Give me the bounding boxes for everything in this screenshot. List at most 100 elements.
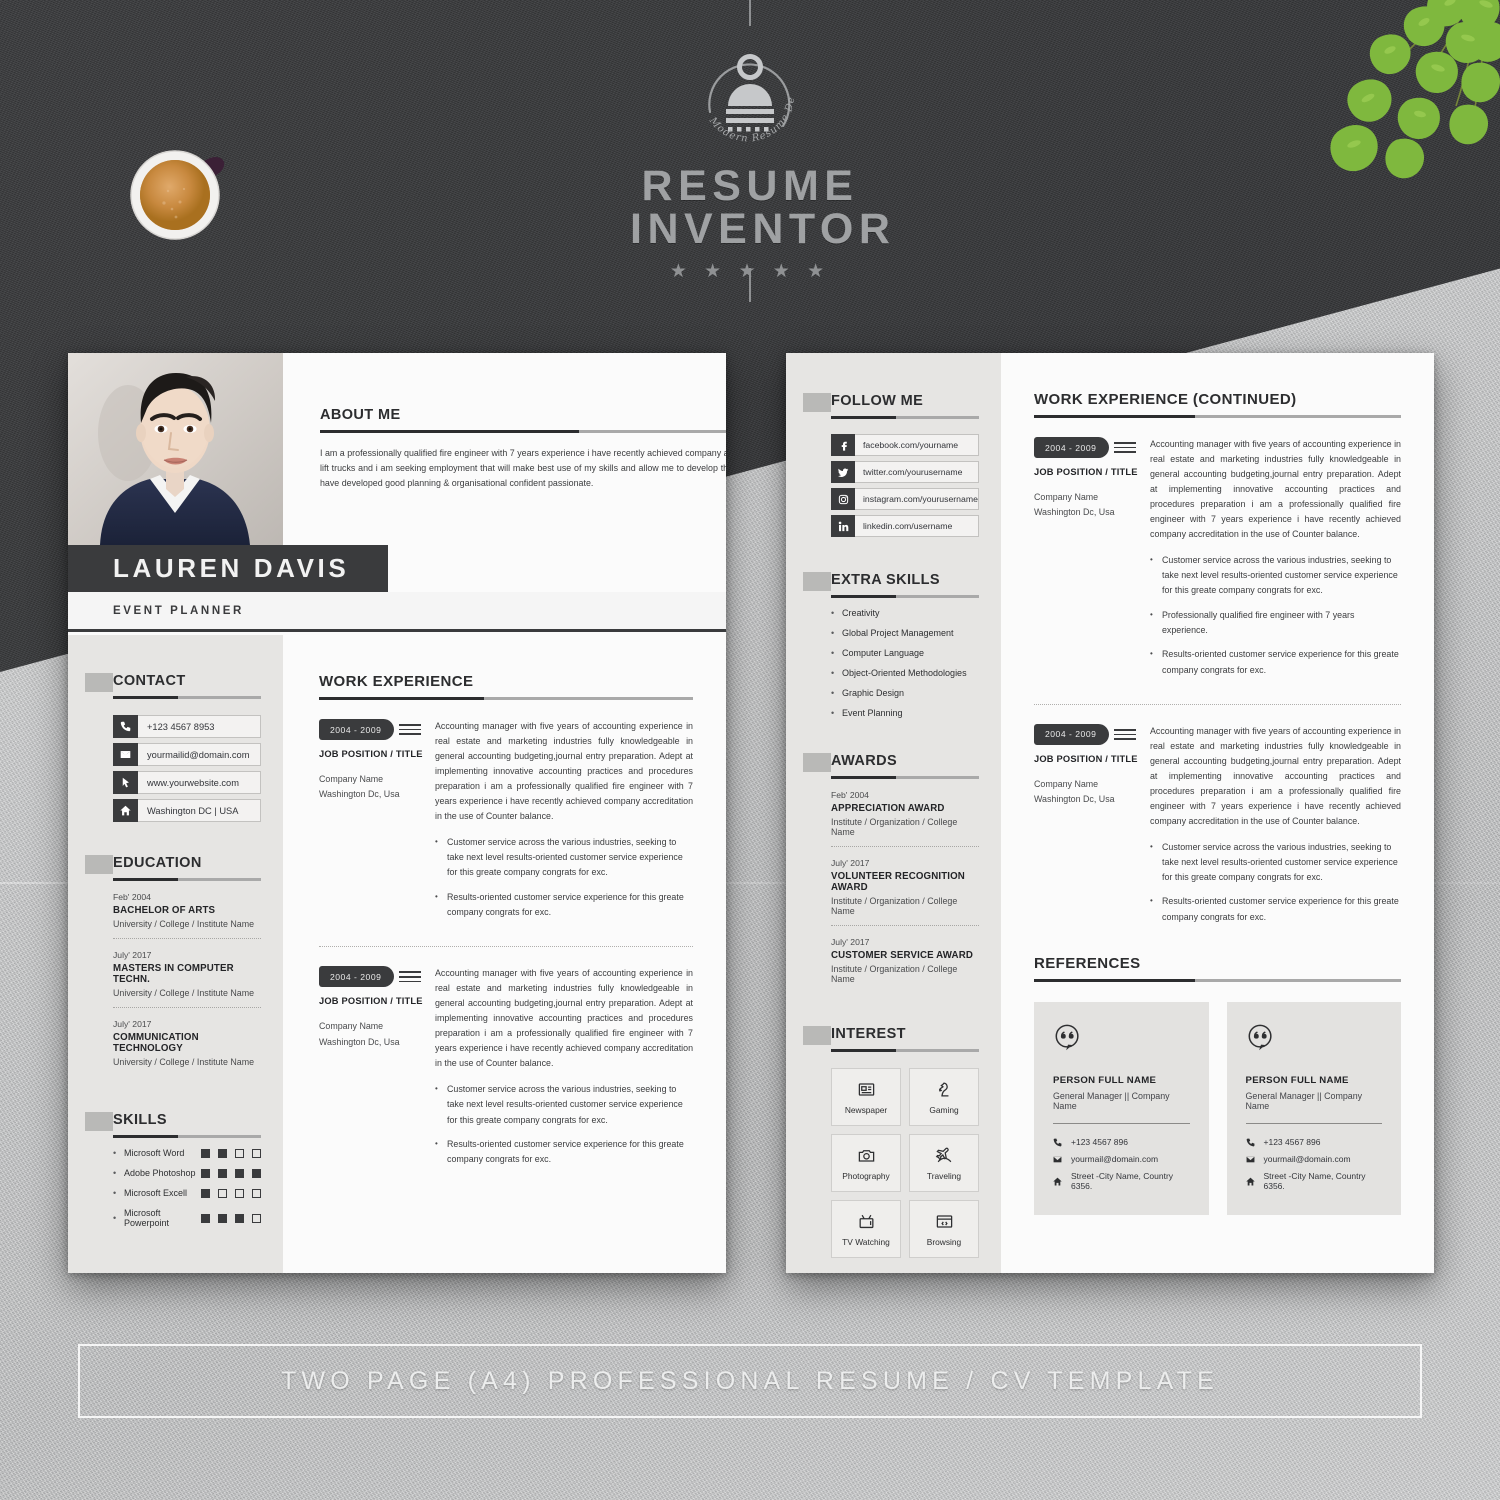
home-icon: [1245, 1177, 1255, 1186]
social-value-facebook: facebook.com/yourname: [855, 434, 979, 456]
work-period-badge: 2004 - 2009: [1034, 723, 1144, 745]
bullet-icon: •: [1150, 841, 1153, 851]
work-bullet-text: Customer service across the various indu…: [447, 836, 683, 878]
social-row-linkedin[interactable]: linkedin.com/username: [831, 515, 979, 537]
contact-row-website[interactable]: www.yourwebsite.com: [113, 771, 261, 794]
contact-heading: CONTACT: [113, 673, 186, 689]
phone-icon: [113, 715, 138, 738]
envelope-icon: [113, 743, 138, 766]
skills-heading: SKILLS: [113, 1112, 167, 1128]
interest-grid: Newspaper Gaming Photography Traveling T…: [831, 1068, 979, 1258]
interest-section: INTEREST Newspaper Gaming Photography Tr…: [803, 1026, 979, 1258]
resume-page-1[interactable]: ABOUT ME I am a professionally qualified…: [68, 353, 726, 1273]
references-section: REFERENCES PERSON FULL NAME General Mana…: [1034, 955, 1401, 1216]
bullet-icon: •: [831, 608, 835, 618]
reference-divider: [1053, 1123, 1190, 1125]
contact-row-phone[interactable]: +123 4567 8953: [113, 715, 261, 738]
footer-caption-banner: TWO PAGE (A4) PROFESSIONAL RESUME / CV T…: [78, 1344, 1422, 1418]
work-bullet-item: • Customer service across the various in…: [1150, 840, 1401, 886]
work-bullet-text: Results-oriented customer service experi…: [447, 1138, 684, 1165]
resume-page-2[interactable]: FOLLOW ME facebook.com/yourname twitter.…: [786, 353, 1434, 1273]
education-date: Feb' 2004: [113, 892, 151, 902]
camera-icon: [858, 1149, 874, 1162]
skill-row: • Microsoft Excell: [113, 1188, 261, 1198]
skill-bullet-icon: •: [113, 1213, 117, 1223]
award-org: Institute / Organization / College Name: [831, 896, 958, 916]
work-bullet-item: • Results-oriented customer service expe…: [1150, 894, 1401, 925]
interest-card-newspaper[interactable]: Newspaper: [831, 1068, 901, 1126]
reference-address: Street -City Name, Country 6356.: [1071, 1171, 1174, 1192]
quote-icon: [1248, 1024, 1272, 1051]
skill-row: • Microsoft Word: [113, 1148, 261, 1158]
interest-card-tv-watching[interactable]: TV Watching: [831, 1200, 901, 1258]
home-icon: [113, 799, 138, 822]
skill-name: Microsoft Excell: [124, 1188, 188, 1198]
education-section: EDUCATION Feb' 2004 BACHELOR OF ARTS Uni…: [85, 855, 261, 1076]
coffee-cup-decoration: [130, 150, 225, 240]
follow-me-section: FOLLOW ME facebook.com/yourname twitter.…: [803, 393, 979, 537]
chess-knight-icon: [938, 1081, 948, 1096]
pothos-plant-decoration: [1330, 0, 1500, 179]
skill-level-meter: [201, 1168, 261, 1178]
reference-address-row: Street -City Name, Country 6356.: [1053, 1171, 1190, 1191]
contact-section: CONTACT +123 4567 8953 yourmailid@domain…: [85, 673, 261, 822]
extra-skill-label: Object-Oriented Methodologies: [842, 668, 967, 678]
bullet-icon: •: [831, 668, 835, 678]
bullet-icon: •: [435, 1083, 438, 1093]
extra-skills-section: EXTRA SKILLS • Creativity • Global Project…: [803, 572, 979, 718]
interest-heading: INTEREST: [831, 1026, 906, 1042]
bullet-icon: •: [831, 628, 835, 638]
work-location: Washington Dc, Usa: [319, 1036, 400, 1047]
contact-row-location[interactable]: Washington DC | USA: [113, 799, 261, 822]
candidate-name-banner: LAUREN DAVIS: [68, 545, 388, 592]
extra-skill-label: Event Planning: [842, 708, 903, 718]
reference-address: Street -City Name, Country 6356.: [1263, 1171, 1366, 1192]
interest-card-traveling[interactable]: Traveling: [909, 1134, 979, 1192]
candidate-name: LAUREN DAVIS: [113, 553, 350, 583]
reference-address-row: Street -City Name, Country 6356.: [1245, 1171, 1383, 1192]
work-period-badge: 2004 - 2009: [319, 719, 429, 740]
social-row-twitter[interactable]: twitter.com/yourusername: [831, 461, 979, 483]
references-heading: REFERENCES: [1034, 955, 1141, 973]
work-experience-continued-heading: WORK EXPERIENCE (CONTINUED): [1034, 391, 1297, 408]
reference-role: General Manager || Company Name: [1053, 1091, 1170, 1112]
interest-rule: [831, 1049, 979, 1052]
contact-row-email[interactable]: yourmailid@domain.com: [113, 743, 261, 766]
bullet-icon: •: [435, 891, 438, 901]
social-row-instagram[interactable]: instagram.com/yourusername: [831, 488, 979, 510]
television-icon: [859, 1214, 873, 1228]
contact-value-location: Washington DC | USA: [138, 799, 261, 822]
reference-email-row: yourmail@domain.com: [1053, 1154, 1190, 1164]
education-title: BACHELOR OF ARTS: [113, 905, 216, 916]
brand-logo-block: Modern Resume Design RESUME INVENTOR ★ ★…: [630, 26, 890, 283]
education-heading: EDUCATION: [113, 855, 202, 871]
bullet-icon: •: [435, 1138, 438, 1148]
interest-card-gaming[interactable]: Gaming: [909, 1068, 979, 1126]
extra-skill-label: Creativity: [842, 608, 880, 618]
linkedin-icon: [831, 515, 855, 537]
skill-bullet-icon: •: [113, 1168, 117, 1178]
home-icon: [1053, 1177, 1062, 1186]
work-job-title: JOB POSITION / TITLE: [1034, 467, 1138, 477]
work-bullet-item: • Customer service across the various in…: [435, 1082, 693, 1128]
work-bullet-item: • Customer service across the various in…: [435, 835, 693, 881]
work-entry-body: Accounting manager with five years of ac…: [1150, 724, 1401, 925]
reference-phone: +123 4567 896: [1263, 1137, 1321, 1148]
about-me-section: ABOUT ME I am a professionally qualified…: [283, 353, 726, 545]
resume-inventor-logo-icon: Modern Resume Design: [676, 26, 796, 145]
work-bullet-list: • Customer service across the various in…: [1150, 840, 1401, 926]
about-me-heading: ABOUT ME: [320, 407, 401, 423]
interest-card-browsing[interactable]: Browsing: [909, 1200, 979, 1258]
social-list: facebook.com/yourname twitter.com/yourus…: [831, 434, 979, 537]
page1-main: WORK EXPERIENCE 2004 - 2009 JOB POSITION…: [283, 635, 726, 1273]
work-period: 2004 - 2009: [319, 966, 395, 988]
award-item: Feb' 2004 APPRECIATION AWARD Institute /…: [831, 779, 979, 846]
interest-card-photography[interactable]: Photography: [831, 1134, 901, 1192]
award-item: July' 2017 CUSTOMER SERVICE AWARD Instit…: [831, 926, 979, 993]
social-row-facebook[interactable]: facebook.com/yourname: [831, 434, 979, 456]
reference-email-row: yourmail@domain.com: [1246, 1154, 1383, 1164]
education-rule: [113, 878, 261, 881]
extra-skill-label: Global Project Management: [842, 628, 954, 638]
badge-lines-icon: [399, 971, 422, 983]
instagram-icon: [831, 488, 855, 510]
